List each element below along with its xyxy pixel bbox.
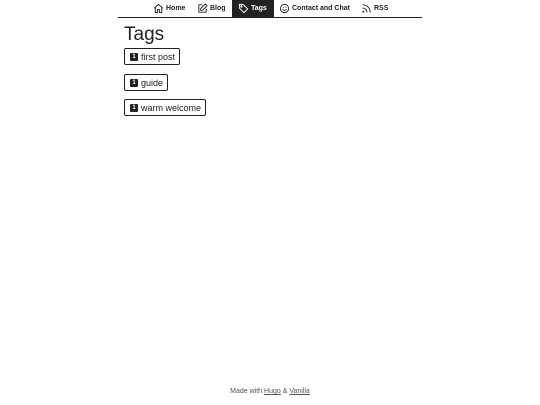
tag-label: guide xyxy=(141,77,164,88)
tag-link-guide[interactable]: 1 guide xyxy=(124,74,169,91)
nav-item-label: Tags xyxy=(251,5,267,12)
smiley-icon xyxy=(279,3,290,14)
nav-item-tags[interactable]: Tags xyxy=(232,0,274,17)
tag-link-first-post[interactable]: 1 first post xyxy=(124,48,181,65)
tag-label: warm welcome xyxy=(141,102,202,113)
home-icon xyxy=(153,3,164,14)
edit-icon xyxy=(198,3,208,13)
tag-link-warm-welcome[interactable]: 1 warm welcome xyxy=(124,99,207,116)
tag-count-badge: 1 xyxy=(130,52,138,61)
top-navigation: Home Blog Tags Contact and Chat RSS xyxy=(118,0,422,18)
nav-item-label: Contact and Chat xyxy=(292,5,350,12)
footer-prefix: Made with xyxy=(230,388,263,395)
tag-count-badge: 1 xyxy=(130,103,138,112)
page-title: Tags xyxy=(124,24,165,45)
nav-item-label: RSS xyxy=(374,5,389,12)
nav-item-home[interactable]: Home xyxy=(153,0,185,17)
tag-icon xyxy=(238,3,249,14)
nav-item-blog[interactable]: Blog xyxy=(197,0,226,17)
page: Home Blog Tags Contact and Chat RSS Tags… xyxy=(0,0,540,405)
tag-count-badge: 1 xyxy=(130,78,138,87)
hugo-link[interactable]: Hugo xyxy=(264,388,281,395)
vanilla-link[interactable]: Vanilla xyxy=(289,388,310,395)
footer-separator: & xyxy=(282,388,288,395)
tag-label: first post xyxy=(141,51,176,62)
nav-item-rss[interactable]: RSS xyxy=(361,0,388,17)
rss-icon xyxy=(362,4,371,13)
nav-item-label: Home xyxy=(166,5,186,12)
footer: Made with Hugo & Vanilla xyxy=(0,388,540,395)
nav-item-label: Blog xyxy=(210,5,226,12)
nav-item-contact[interactable]: Contact and Chat xyxy=(279,0,350,17)
